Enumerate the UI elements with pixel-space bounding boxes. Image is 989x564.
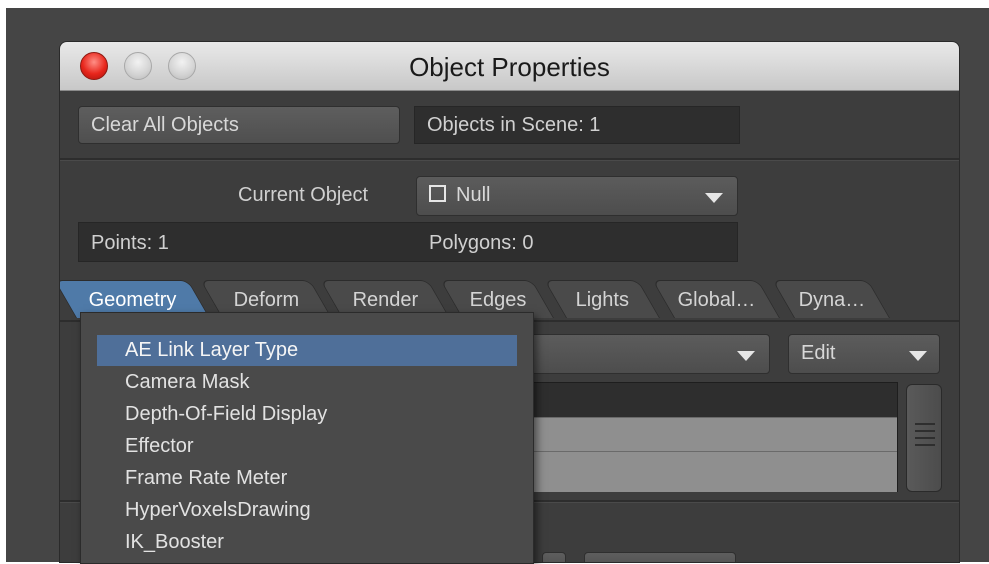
- server-type-dropdown[interactable]: [526, 334, 770, 374]
- edit-label: Edit: [801, 342, 836, 364]
- chevron-down-icon: [737, 351, 755, 361]
- tab-global[interactable]: Global…: [652, 280, 780, 318]
- server-list[interactable]: [526, 382, 898, 492]
- current-object-value: Null: [456, 184, 491, 206]
- list-row[interactable]: [527, 417, 897, 452]
- null-object-icon: [429, 185, 446, 203]
- edit-dropdown[interactable]: Edit: [788, 334, 940, 374]
- title-bar[interactable]: Object Properties: [60, 42, 959, 91]
- menu-item-depth-of-field-display[interactable]: Depth-Of-Field Display: [97, 399, 517, 430]
- menu-item-ae-link-layer-type[interactable]: AE Link Layer Type: [97, 335, 517, 366]
- divider: [60, 158, 959, 161]
- chevron-down-icon: [909, 351, 927, 361]
- object-stats-bar: Points: 1 Polygons: 0: [78, 222, 738, 262]
- partial-button[interactable]: [542, 552, 566, 562]
- polygons-count: Polygons: 0: [429, 232, 534, 254]
- clear-all-objects-button[interactable]: Clear All Objects: [78, 106, 400, 144]
- current-object-dropdown[interactable]: Null: [416, 176, 738, 216]
- menu-item-frame-rate-meter[interactable]: Frame Rate Meter: [97, 463, 517, 494]
- menu-item-hypervoxelsdrawing[interactable]: HyperVoxelsDrawing: [97, 495, 517, 526]
- points-count: Points: 1: [91, 232, 169, 254]
- scroll-grip-line: [915, 430, 935, 432]
- scroll-grip-icon: [915, 423, 935, 425]
- current-object-label: Current Object: [238, 184, 369, 206]
- menu-item-camera-mask[interactable]: Camera Mask: [97, 367, 517, 398]
- objects-in-scene-readout: Objects in Scene: 1: [414, 106, 740, 144]
- tab-lights[interactable]: Lights: [544, 280, 660, 318]
- list-scrollbar[interactable]: [906, 384, 942, 492]
- menu-item-ik-booster[interactable]: IK_Booster: [97, 527, 517, 558]
- chevron-down-icon: [705, 193, 723, 203]
- scroll-grip-line: [915, 437, 935, 439]
- list-row[interactable]: [527, 451, 897, 492]
- window-title: Object Properties: [409, 52, 610, 82]
- menu-item-effector[interactable]: Effector: [97, 431, 517, 462]
- scroll-grip-line: [915, 444, 935, 446]
- partial-button[interactable]: [584, 552, 736, 562]
- tab-dynamics[interactable]: Dyna…: [772, 280, 890, 318]
- custom-object-menu: AE Link Layer Type Camera Mask Depth-Of-…: [80, 312, 534, 564]
